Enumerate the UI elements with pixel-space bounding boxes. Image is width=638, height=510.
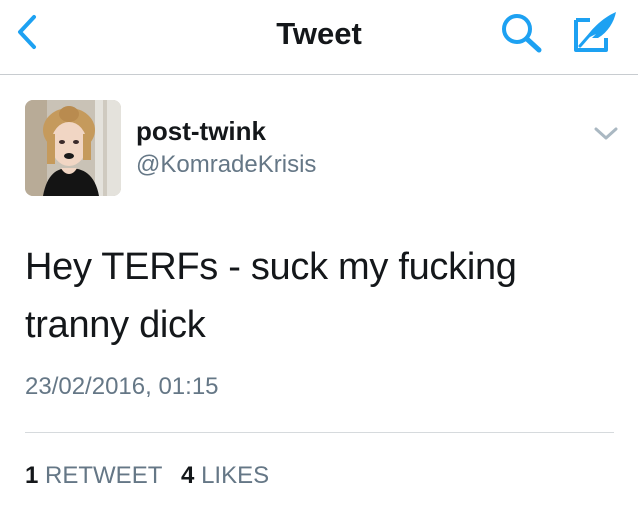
display-name[interactable]: post-twink <box>136 116 266 147</box>
search-button[interactable] <box>497 10 545 54</box>
like-count: 4 <box>181 462 195 489</box>
search-icon <box>502 14 542 53</box>
retweet-label: RETWEET <box>45 462 163 489</box>
like-label: LIKES <box>201 462 270 489</box>
likes-stat[interactable]: 4 LIKES <box>181 462 269 490</box>
compose-feather-icon <box>574 12 616 52</box>
profile-photo <box>25 100 121 196</box>
tweet-stats: 1 RETWEET 4 LIKES <box>25 462 269 490</box>
retweet-count: 1 <box>25 462 39 489</box>
avatar[interactable] <box>25 100 121 196</box>
divider <box>25 432 614 433</box>
top-navigation-bar: Tweet <box>0 0 638 75</box>
tweet-text: Hey TERFs - suck my fucking tranny dick <box>25 246 517 346</box>
chevron-down-icon <box>594 127 618 140</box>
tweet-menu-button[interactable] <box>590 122 622 146</box>
retweets-stat[interactable]: 1 RETWEET <box>25 462 162 490</box>
compose-tweet-button[interactable] <box>568 8 620 56</box>
tweet-timestamp: 23/02/2016, 01:15 <box>25 373 219 400</box>
user-handle[interactable]: @KomradeKrisis <box>136 151 316 179</box>
